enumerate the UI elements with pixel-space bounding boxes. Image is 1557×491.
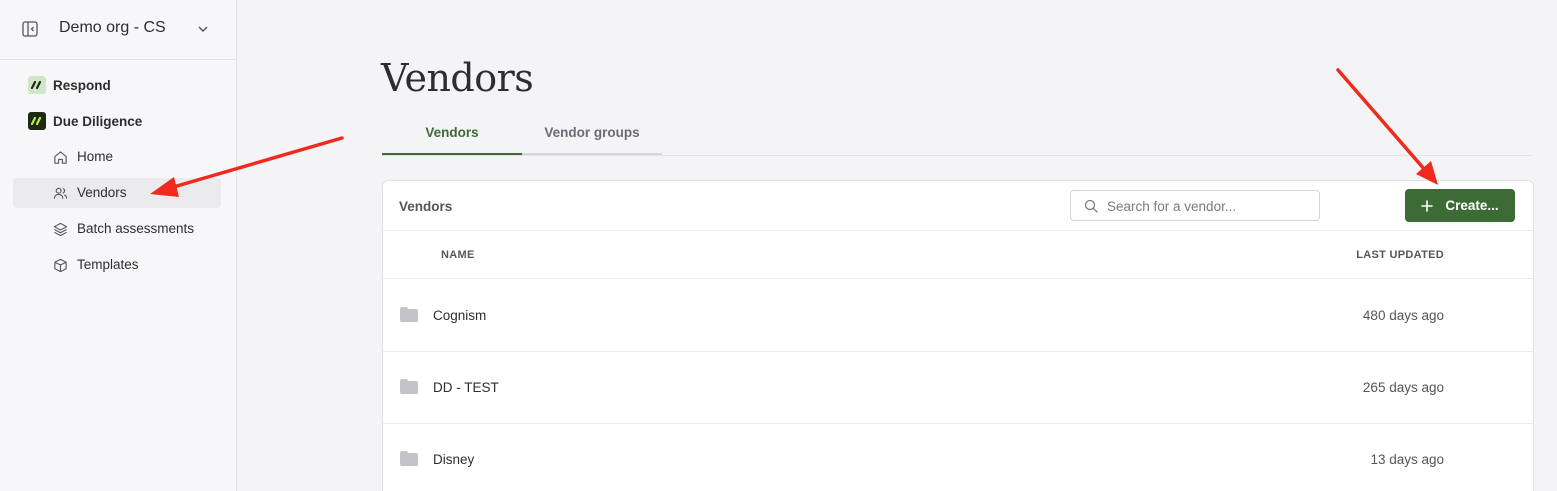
table-header: NAME LAST UPDATED [383,231,1533,279]
users-icon [53,187,68,199]
due-diligence-logo-icon [28,112,46,130]
home-icon [54,151,67,164]
last-updated: 480 days ago [1362,308,1444,323]
sidebar-product-due-diligence[interactable]: Due Diligence [28,111,142,131]
sidebar-product-label: Respond [53,77,111,93]
vendor-name: Cognism [433,308,487,323]
last-updated: 265 days ago [1362,380,1444,395]
tab-vendor-groups[interactable]: Vendor groups [522,112,662,155]
cube-icon [54,258,67,273]
sidebar-item-batch-assessments[interactable]: Batch assessments [13,214,221,244]
sidebar-product-respond[interactable]: Respond [28,75,111,95]
search-icon [1084,199,1098,213]
folder-icon [400,307,418,322]
card-header: Vendors Create... [383,181,1533,231]
folder-icon [400,451,418,466]
sidebar-item-home[interactable]: Home [13,142,221,172]
sidebar-product-label: Due Diligence [53,113,143,129]
tab-vendors[interactable]: Vendors [382,112,522,155]
layers-icon [53,222,68,237]
table-row[interactable]: DD - TEST 265 days ago [383,352,1533,424]
sidebar-item-label: Home [77,149,114,164]
last-updated: 13 days ago [1370,452,1444,467]
column-header-last-updated[interactable]: LAST UPDATED [1356,249,1444,261]
vendor-name: Disney [433,452,475,467]
card-title: Vendors [399,199,453,214]
vendors-card: Vendors Create... NAME LAST UPDATED Cogn… [382,180,1534,491]
plus-icon [1421,199,1434,212]
sidebar-toggle-icon[interactable] [22,21,38,37]
column-header-name[interactable]: NAME [441,249,475,261]
chevron-down-icon [198,26,208,33]
create-button[interactable]: Create... [1405,189,1515,222]
table-row[interactable]: Disney 13 days ago [383,424,1533,491]
table-row[interactable]: Cognism 480 days ago [383,280,1533,352]
vendor-name: DD - TEST [433,380,499,395]
sidebar: Demo org - CS Respond Due Diligence Home… [0,0,237,491]
tab-bar: Vendors Vendor groups [382,112,1533,156]
respond-logo-icon [28,76,46,94]
page-title: Vendors [381,56,534,100]
create-button-label: Create... [1445,198,1499,213]
sidebar-item-label: Batch assessments [77,221,195,236]
org-switcher[interactable]: Demo org - CS [0,0,236,60]
sidebar-item-label: Vendors [77,185,127,200]
search-input[interactable] [1107,197,1307,215]
sidebar-item-label: Templates [77,257,139,272]
folder-icon [400,379,418,394]
org-name: Demo org - CS [59,19,166,36]
sidebar-item-templates[interactable]: Templates [13,250,221,280]
search-box[interactable] [1070,190,1320,221]
sidebar-item-vendors[interactable]: Vendors [13,178,221,208]
